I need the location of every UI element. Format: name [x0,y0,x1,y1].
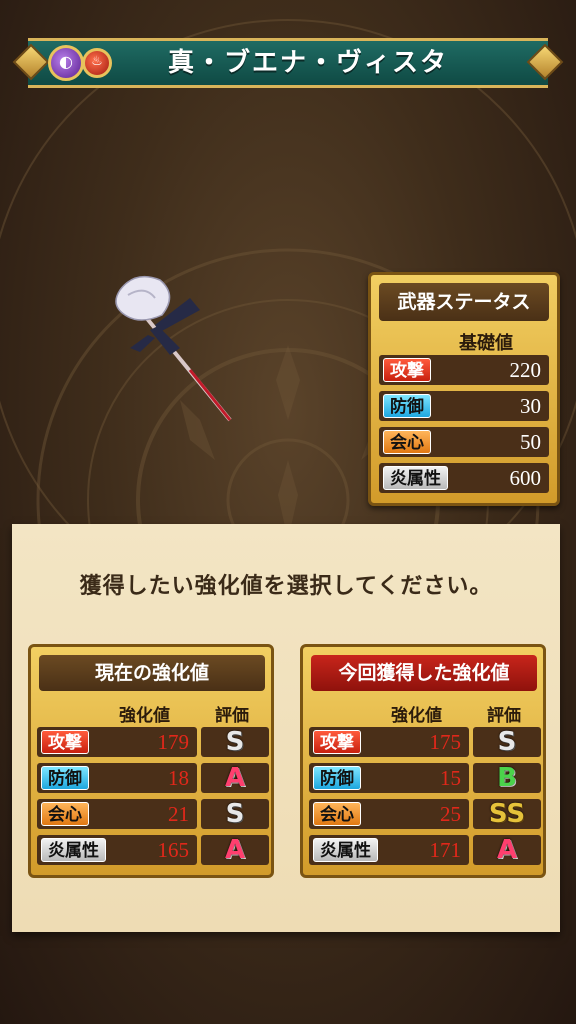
defense-tag: 防御 [313,766,361,790]
acquired-row-defense: 防御 15 B [309,763,541,793]
acquired-critical-value: 25 [440,802,461,826]
status-panel-title: 武器ステータス [379,283,549,321]
acquired-attack-value: 175 [429,730,462,754]
current-critical-value: 21 [168,802,189,826]
fire-element-tag: 炎属性 [313,838,378,862]
attack-tag: 攻撃 [41,730,89,754]
acquired-critical-grade: SS [473,799,541,829]
critical-tag: 会心 [41,802,89,826]
weapon-image [115,275,232,422]
acquired-attack-grade: S [473,727,541,757]
defense-tag: 防御 [41,766,89,790]
attack-tag: 攻撃 [313,730,361,754]
fire-element-tag: 炎属性 [41,838,106,862]
current-critical-grade: S [201,799,269,829]
current-fire-value: 165 [157,838,190,862]
current-defense-grade: A [201,763,269,793]
critical-value: 50 [520,430,541,454]
fire-element-tag: 炎属性 [383,466,448,490]
dark-element-icon: ◐ [48,45,84,81]
current-fire-grade: A [201,835,269,865]
status-row-critical: 会心 50 [379,427,549,457]
defense-value: 30 [520,394,541,418]
status-row-defense: 防御 30 [379,391,549,421]
current-col-grade: 評価 [215,706,249,726]
attack-value: 220 [509,358,542,382]
current-defense-value: 18 [168,766,189,790]
title-banner: ◐ ♨ 真・ブエナ・ヴィスタ [12,34,564,92]
attack-tag: 攻撃 [383,358,431,382]
weapon-name: 真・ブエナ・ヴィスタ [167,48,448,78]
acquired-fire-value: 171 [429,838,462,862]
acquired-defense-grade: B [473,763,541,793]
current-enhancement-card[interactable]: 現在の強化値 強化値 評価 攻撃 179 S 防御 18 A 会心 21 S 炎… [28,644,274,878]
acquired-defense-value: 15 [440,766,461,790]
current-row-defense: 防御 18 A [37,763,269,793]
acquired-card-title: 今回獲得した強化値 [311,655,537,691]
current-card-title: 現在の強化値 [39,655,265,691]
current-row-critical: 会心 21 S [37,799,269,829]
current-row-fire: 炎属性 165 A [37,835,269,865]
acquired-row-fire: 炎属性 171 A [309,835,541,865]
current-col-value: 強化値 [119,706,170,726]
selection-prompt: 獲得したい強化値を選択してください。 [79,574,493,599]
acquired-col-value: 強化値 [391,706,442,726]
weapon-status-panel: 武器ステータス 基礎値 攻撃 220 防御 30 会心 50 炎属性 600 [368,272,560,506]
status-row-fire: 炎属性 600 [379,463,549,493]
acquired-row-critical: 会心 25 SS [309,799,541,829]
status-row-attack: 攻撃 220 [379,355,549,385]
base-value-header: 基礎値 [459,333,513,354]
acquired-row-attack: 攻撃 175 S [309,727,541,757]
defense-tag: 防御 [383,394,431,418]
fire-element-value: 600 [509,466,542,490]
acquired-col-grade: 評価 [487,706,521,726]
current-attack-value: 179 [157,730,190,754]
critical-tag: 会心 [313,802,361,826]
current-attack-grade: S [201,727,269,757]
acquired-enhancement-card[interactable]: 今回獲得した強化値 強化値 評価 攻撃 175 S 防御 15 B 会心 25 … [300,644,546,878]
current-row-attack: 攻撃 179 S [37,727,269,757]
critical-tag: 会心 [383,430,431,454]
acquired-fire-grade: A [473,835,541,865]
